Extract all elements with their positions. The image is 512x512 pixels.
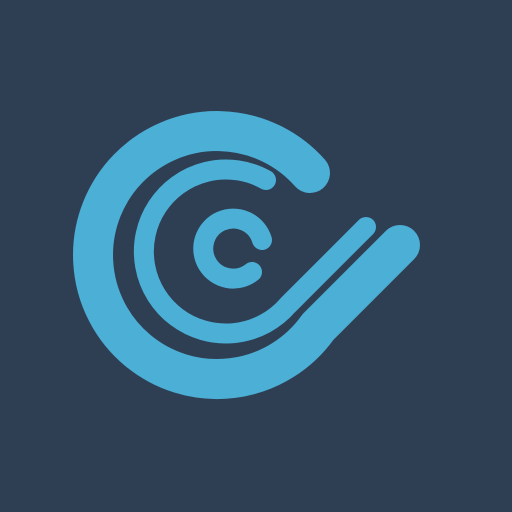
circular-swirl-logo-icon — [73, 111, 420, 400]
inner-arc-shape — [193, 208, 272, 289]
app-icon-canvas — [0, 0, 512, 512]
